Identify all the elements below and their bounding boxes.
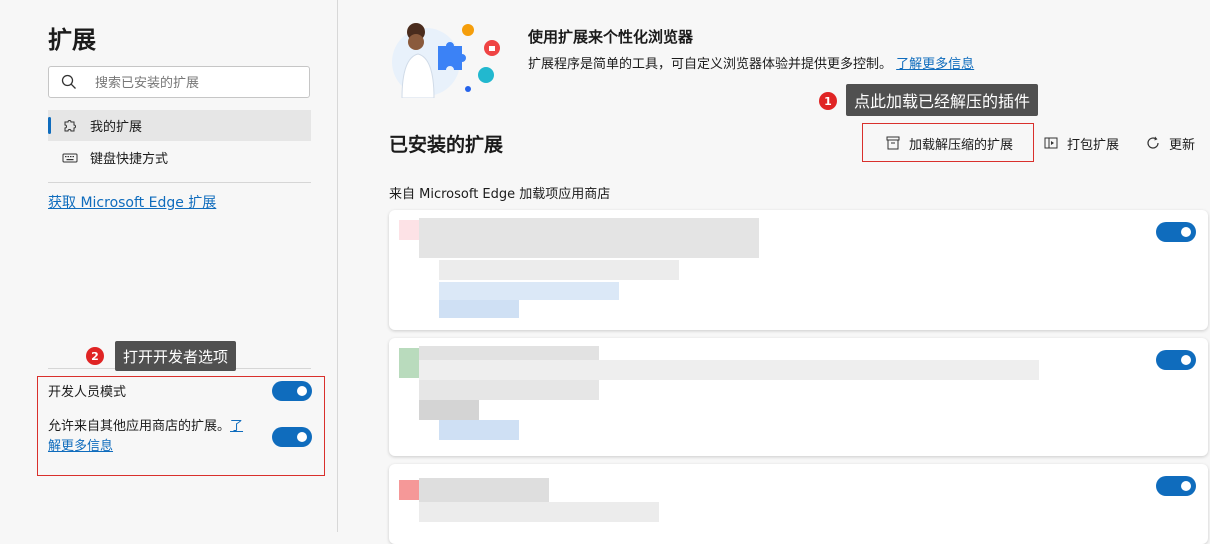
extension-link-pixelated [439,420,519,440]
nav-item-label: 键盘快捷方式 [90,152,169,167]
pack-extension-button[interactable]: 打包扩展 [1043,131,1119,155]
extension-logo [399,220,419,240]
nav-item-label: 我的扩展 [90,120,143,135]
hero-description-text: 扩展程序是简单的工具，可自定义浏览器体验并提供更多控制。 [528,57,893,72]
update-label: 更新 [1169,137,1196,153]
hero-description: 扩展程序是简单的工具，可自定义浏览器体验并提供更多控制。 了解更多信息 [528,53,974,72]
extension-card[interactable] [389,464,1208,544]
load-unpacked-button[interactable]: 加载解压缩的扩展 [885,131,1013,155]
extension-link-pixelated [439,300,519,318]
source-label: 来自 Microsoft Edge 加载项应用商店 [389,187,611,202]
search-input[interactable] [93,71,307,95]
search-icon [61,74,76,89]
extension-card[interactable] [389,338,1208,456]
extension-id-pixelated [419,400,479,420]
pack-extension-label: 打包扩展 [1067,137,1120,153]
pack-icon [1044,137,1058,149]
get-extensions-link[interactable]: 获取 Microsoft Edge 扩展 [48,192,216,212]
nav-item-keyboard-shortcuts[interactable]: 键盘快捷方式 [48,142,311,173]
hero-title: 使用扩展来个性化浏览器 [528,28,694,46]
extension-desc-pixelated [419,360,1039,380]
extension-desc-pixelated [419,502,659,522]
sidebar-divider [48,182,311,183]
installed-extensions-title: 已安装的扩展 [389,134,504,156]
annotation-badge-2: 2 [86,347,104,365]
extension-logo [399,480,419,500]
extension-toggle[interactable] [1156,222,1196,242]
extension-name-pixelated [419,478,549,502]
search-box[interactable] [48,66,310,98]
refresh-icon [1147,136,1159,149]
annotation-callout-2: 打开开发者选项 [115,341,237,371]
extension-desc-pixelated [419,380,599,400]
extension-card[interactable] [389,210,1208,330]
hero-learn-more-link[interactable]: 了解更多信息 [896,57,974,72]
annotation-box-developer [37,376,325,476]
puzzle-icon [64,119,76,131]
annotation-callout-1: 点此加载已经解压的插件 [846,84,1039,116]
extension-toggle[interactable] [1156,476,1196,496]
extension-desc-pixelated [439,260,679,280]
update-button[interactable]: 更新 [1145,131,1195,155]
extension-toggle[interactable] [1156,350,1196,370]
load-unpacked-icon [886,136,900,150]
extension-logo [399,348,419,378]
hero-illustration [392,23,500,98]
keyboard-icon [62,153,78,162]
extension-id-pixelated [439,282,619,300]
sidebar-title: 扩展 [48,26,96,54]
nav-item-my-extensions[interactable]: 我的扩展 [48,110,311,141]
load-unpacked-label: 加载解压缩的扩展 [909,137,1014,153]
annotation-badge-1: 1 [819,92,837,110]
extension-name-pixelated [419,218,759,258]
